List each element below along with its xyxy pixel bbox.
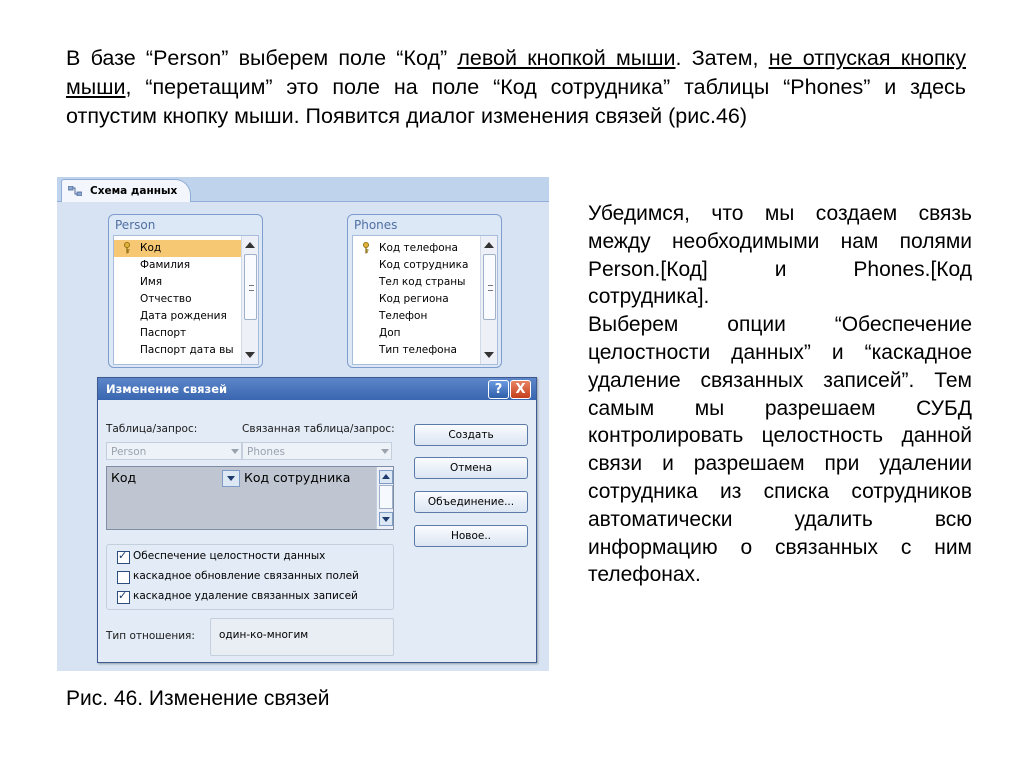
person-table-title: Person [115, 218, 156, 232]
scroll-thumb[interactable] [379, 485, 393, 509]
related-table-select[interactable]: Phones [242, 442, 392, 460]
primary-key-icon [124, 242, 130, 254]
cancel-button[interactable]: Отмена [414, 457, 528, 479]
intro-underlined-1: левой кнопкой мыши [457, 46, 676, 70]
grid-related-field[interactable]: Код сотрудника [244, 470, 350, 485]
enforce-integrity-label: Обеспечение целостности данных [133, 550, 326, 562]
person-field-kod[interactable]: Код [114, 240, 252, 257]
phones-field[interactable]: Доп [353, 325, 401, 342]
person-table[interactable]: Person Код Фамилия Имя Отчество Дата рож… [108, 214, 263, 368]
scroll-down-icon[interactable] [245, 352, 255, 358]
cascade-delete-label: каскадное удаление связанных записей [133, 590, 358, 602]
scroll-thumb[interactable] [244, 254, 257, 320]
phones-field-list[interactable]: Код телефона Код сотрудника Тел код стра… [352, 235, 498, 365]
related-table-label: Связанная таблица/запрос: [242, 423, 395, 435]
join-type-button[interactable]: Объединение... [414, 491, 528, 513]
relationship-type-box: один-ко-многим [210, 618, 394, 656]
create-new-button[interactable]: Новое.. [414, 525, 528, 547]
chevron-down-icon [381, 449, 389, 454]
person-field[interactable]: Паспорт дата вы [114, 342, 234, 359]
enforce-integrity-checkbox[interactable] [117, 549, 130, 564]
dialog-title: Изменение связей [106, 382, 228, 396]
phones-field[interactable]: Код региона [353, 291, 449, 308]
scroll-up-icon[interactable] [484, 242, 494, 248]
cascade-delete-checkbox[interactable] [117, 589, 130, 604]
person-field-list[interactable]: Код Фамилия Имя Отчество Дата рождения П… [113, 235, 259, 365]
help-button[interactable]: ? [488, 380, 509, 399]
intro-paragraph: В базе “Person” выберем поле “Код” левой… [66, 44, 966, 131]
dialog-title-bar[interactable]: Изменение связей ? X [98, 378, 536, 400]
grid-scrollbar[interactable] [376, 467, 393, 529]
grid-dropdown-button[interactable] [222, 470, 240, 487]
person-field[interactable]: Фамилия [114, 257, 190, 274]
grip-icon [249, 285, 254, 291]
table-select[interactable]: Person [106, 442, 242, 460]
document-tab-bar: Схема данных [57, 177, 549, 202]
chevron-down-icon [227, 476, 235, 481]
cascade-update-checkbox[interactable] [117, 571, 130, 584]
scroll-down-icon[interactable] [484, 352, 494, 358]
person-field[interactable]: Отчество [114, 291, 192, 308]
options-group: Обеспечение целостности данных каскадное… [106, 544, 394, 610]
scroll-down-icon[interactable] [379, 512, 393, 526]
phones-scrollbar[interactable] [480, 236, 497, 364]
person-scrollbar[interactable] [241, 236, 258, 364]
grip-icon [488, 285, 493, 291]
phones-field-kod-telefona[interactable]: Код телефона [353, 240, 458, 257]
intro-text-2: . Затем, [675, 46, 769, 70]
access-screenshot: Схема данных Person Код Фамилия Имя Отче… [57, 177, 549, 671]
explanation-text: Убедимся, что мы создаем связь между нео… [588, 200, 972, 589]
field-mapping-grid[interactable]: Код Код сотрудника [106, 466, 394, 530]
cascade-update-label: каскадное обновление связанных полей [133, 570, 359, 582]
relationship-type-value: один-ко-многим [219, 629, 309, 641]
explanation-paragraph-1: Убедимся, что мы создаем связь между нео… [588, 202, 972, 309]
chevron-down-icon [231, 449, 239, 454]
person-field[interactable]: Имя [114, 274, 162, 291]
person-field[interactable]: Дата рождения [114, 308, 227, 325]
scroll-up-icon[interactable] [379, 470, 393, 484]
figure-caption: Рис. 46. Изменение связей [66, 687, 330, 710]
primary-key-icon [363, 242, 369, 254]
phones-field[interactable]: Код сотрудника [353, 257, 468, 274]
phones-field[interactable]: Тел код страны [353, 274, 465, 291]
grid-primary-field[interactable]: Код [111, 470, 136, 485]
create-button[interactable]: Создать [414, 424, 528, 446]
person-field[interactable]: Паспорт [114, 325, 186, 342]
intro-text-1: В базе “Person” выберем поле “Код” [66, 46, 458, 70]
scroll-thumb[interactable] [483, 254, 496, 320]
tab-relationships[interactable]: Схема данных [61, 179, 191, 202]
scroll-up-icon[interactable] [245, 242, 255, 248]
table-query-label: Таблица/запрос: [106, 423, 198, 435]
intro-text-3: , “перетащим” это поле на поле “Код сотр… [66, 75, 966, 128]
phones-field[interactable]: Тип телефона [353, 342, 457, 359]
close-button[interactable]: X [510, 380, 531, 399]
relationships-icon [68, 186, 82, 196]
edit-relationships-dialog: Изменение связей ? X Таблица/запрос: Свя… [97, 377, 537, 663]
relationship-type-label: Тип отношения: [106, 630, 195, 642]
phones-field[interactable]: Телефон [353, 308, 427, 325]
phones-table[interactable]: Phones Код телефона Код сотрудника Тел к… [347, 214, 502, 368]
phones-table-title: Phones [354, 218, 398, 232]
tab-label: Схема данных [90, 185, 178, 197]
explanation-paragraph-2: Выберем опции “Обеспечение целостности д… [588, 313, 972, 587]
